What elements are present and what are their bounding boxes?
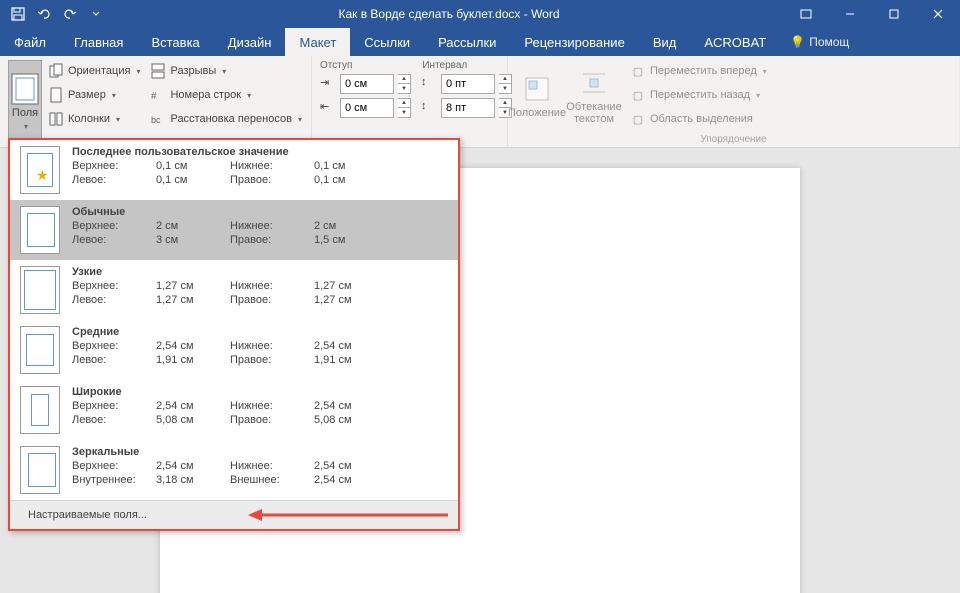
margins-option[interactable]: Зеркальные Верхнее:2,54 смНижнее:2,54 см…: [10, 440, 458, 500]
margins-thumb-icon: [20, 386, 60, 434]
tab-design[interactable]: Дизайн: [214, 28, 286, 56]
wrap-text-button[interactable]: Обтекание текстом: [564, 60, 624, 132]
breaks-icon: [150, 63, 166, 79]
margins-option-title: Средние: [72, 326, 448, 338]
tab-home[interactable]: Главная: [60, 28, 137, 56]
window-controls: [784, 0, 960, 28]
indent-right-icon: ⇤: [320, 100, 336, 116]
qat-customize-button[interactable]: [84, 2, 108, 26]
margins-option-title: Обычные: [72, 206, 448, 218]
save-button[interactable]: [6, 2, 30, 26]
columns-button[interactable]: Колонки▾: [48, 108, 144, 130]
orientation-icon: [48, 63, 64, 79]
tab-mailings[interactable]: Рассылки: [424, 28, 510, 56]
svg-text:bc: bc: [151, 115, 161, 125]
margins-option[interactable]: Обычные Верхнее:2 смНижнее:2 см Левое:3 …: [10, 200, 458, 260]
tab-review[interactable]: Рецензирование: [510, 28, 638, 56]
margins-thumb-icon: [20, 446, 60, 494]
tab-insert[interactable]: Вставка: [137, 28, 213, 56]
ribbon: Поля▾ Ориентация▾ Размер▾ Колонки▾ Разры…: [0, 56, 960, 148]
tab-acrobat[interactable]: ACROBAT: [690, 28, 780, 56]
tab-layout[interactable]: Макет: [285, 28, 350, 56]
margins-option-title: Последнее пользовательское значение: [72, 146, 448, 158]
margins-thumb-icon: ★: [20, 146, 60, 194]
maximize-button[interactable]: [872, 0, 916, 28]
redo-button[interactable]: [58, 2, 82, 26]
indent-label: Отступ: [320, 60, 352, 71]
selection-pane-icon: ▢: [630, 111, 646, 127]
hyphenation-button[interactable]: bcРасстановка переносов▾: [150, 108, 306, 130]
svg-text:#: #: [151, 91, 157, 102]
position-icon: [521, 73, 553, 105]
indent-left-icon: ⇥: [320, 76, 336, 92]
margins-option[interactable]: Широкие Верхнее:2,54 смНижнее:2,54 см Ле…: [10, 380, 458, 440]
margins-button[interactable]: Поля▾: [8, 60, 42, 145]
quick-access-toolbar: [0, 2, 114, 26]
margins-option[interactable]: ★ Последнее пользовательское значение Ве…: [10, 140, 458, 200]
selection-pane-button[interactable]: ▢Область выделения: [630, 108, 771, 130]
arrange-group-label: Упорядочение: [516, 132, 951, 145]
send-backward-icon: ▢: [630, 87, 646, 103]
margins-option-title: Зеркальные: [72, 446, 448, 458]
title-bar: Как в Ворде сделать буклет.docx - Word: [0, 0, 960, 28]
tab-file[interactable]: Файл: [0, 28, 60, 56]
ribbon-options-button[interactable]: [784, 0, 828, 28]
breaks-button[interactable]: Разрывы▾: [150, 60, 306, 82]
margins-option[interactable]: Узкие Верхнее:1,27 смНижнее:1,27 см Лево…: [10, 260, 458, 320]
group-page-setup: Поля▾ Ориентация▾ Размер▾ Колонки▾ Разры…: [0, 56, 312, 147]
line-numbers-button[interactable]: #Номера строк▾: [150, 84, 306, 106]
send-backward-button[interactable]: ▢Переместить назад▾: [630, 84, 771, 106]
hyphenation-icon: bc: [150, 111, 166, 127]
position-button[interactable]: Положение: [516, 60, 558, 132]
size-icon: [48, 87, 64, 103]
margins-thumb-icon: [20, 266, 60, 314]
margins-icon: [9, 73, 41, 105]
wrap-icon: [578, 67, 610, 99]
ribbon-tabs: Файл Главная Вставка Дизайн Макет Ссылки…: [0, 28, 960, 56]
indent-right-field[interactable]: ⇤▲▼: [320, 97, 411, 119]
size-button[interactable]: Размер▾: [48, 84, 144, 106]
spacing-before-field[interactable]: ↕▲▼: [421, 73, 512, 95]
margins-option[interactable]: Средние Верхнее:2,54 смНижнее:2,54 см Ле…: [10, 320, 458, 380]
bring-forward-icon: ▢: [630, 63, 646, 79]
arrow-annotation-icon: [248, 507, 448, 523]
bring-forward-button[interactable]: ▢Переместить вперед▾: [630, 60, 771, 82]
close-button[interactable]: [916, 0, 960, 28]
margins-dropdown: ★ Последнее пользовательское значение Ве…: [8, 138, 460, 531]
line-numbers-icon: #: [150, 87, 166, 103]
margins-thumb-icon: [20, 206, 60, 254]
spacing-label: Интервал: [422, 60, 467, 71]
undo-button[interactable]: [32, 2, 56, 26]
tab-references[interactable]: Ссылки: [350, 28, 424, 56]
tell-me-search[interactable]: 💡 Помощ: [780, 28, 859, 56]
orientation-button[interactable]: Ориентация▾: [48, 60, 144, 82]
custom-margins-button[interactable]: Настраиваемые поля...: [10, 500, 458, 529]
spacing-after-icon: ↕: [421, 100, 437, 116]
tab-view[interactable]: Вид: [639, 28, 691, 56]
indent-left-field[interactable]: ⇥▲▼: [320, 73, 411, 95]
margins-option-title: Узкие: [72, 266, 448, 278]
group-paragraph: Отступ Интервал ⇥▲▼ ⇤▲▼ ↕▲▼ ↕▲▼: [312, 56, 508, 147]
spacing-before-icon: ↕: [421, 76, 437, 92]
window-title: Как в Ворде сделать буклет.docx - Word: [114, 7, 784, 21]
spacing-after-field[interactable]: ↕▲▼: [421, 97, 512, 119]
margins-thumb-icon: [20, 326, 60, 374]
margins-option-title: Широкие: [72, 386, 448, 398]
lightbulb-icon: 💡: [790, 35, 805, 49]
minimize-button[interactable]: [828, 0, 872, 28]
group-arrange: Положение Обтекание текстом ▢Переместить…: [508, 56, 960, 147]
columns-icon: [48, 111, 64, 127]
